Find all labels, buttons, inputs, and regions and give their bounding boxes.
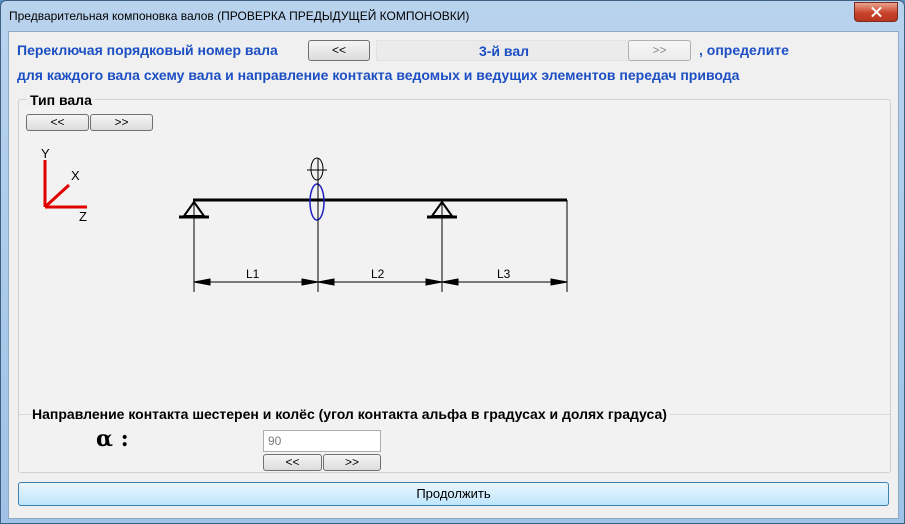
shaft-diagram: Y X Z L1 L2 L3	[41, 146, 568, 292]
shaft-type-group: Тип вала << >> Y X Z L1 L2 L3 Направлени…	[18, 92, 891, 473]
gear-icon	[307, 157, 327, 221]
instruction-text-suffix: , определите	[699, 42, 789, 58]
axes-icon: Y X Z	[41, 146, 87, 224]
close-button[interactable]	[854, 2, 898, 22]
dimension-label-l3: L3	[497, 267, 511, 281]
prev-angle-button[interactable]: <<	[263, 454, 322, 471]
title-bar: Предварительная компоновка валов (ПРОВЕР…	[1, 1, 904, 31]
angle-input[interactable]	[263, 430, 381, 452]
dimension-label-l2: L2	[371, 267, 385, 281]
instruction-text-line2: для каждого вала схему вала и направлени…	[17, 67, 740, 83]
prev-shaft-button[interactable]: <<	[308, 40, 370, 61]
axis-label-z: Z	[79, 209, 87, 224]
instruction-text-prefix: Переключая порядковый номер вала	[17, 42, 278, 58]
continue-button[interactable]: Продолжить	[18, 482, 889, 506]
x-axis-line	[43, 183, 71, 209]
app-window: Предварительная компоновка валов (ПРОВЕР…	[0, 0, 905, 524]
client-area: Переключая порядковый номер вала << 3-й …	[8, 31, 899, 519]
current-shaft-label: 3-й вал	[376, 40, 632, 61]
axis-label-x: X	[71, 168, 80, 183]
next-angle-button[interactable]: >>	[323, 454, 381, 471]
axis-label-y: Y	[41, 146, 50, 161]
alpha-label: α :	[96, 426, 129, 452]
window-title: Предварительная компоновка валов (ПРОВЕР…	[9, 9, 470, 23]
contact-direction-title: Направление контакта шестерен и колёс (у…	[32, 406, 670, 422]
dimension-label-l1: L1	[246, 267, 260, 281]
next-shaft-button[interactable]: >>	[628, 40, 691, 61]
